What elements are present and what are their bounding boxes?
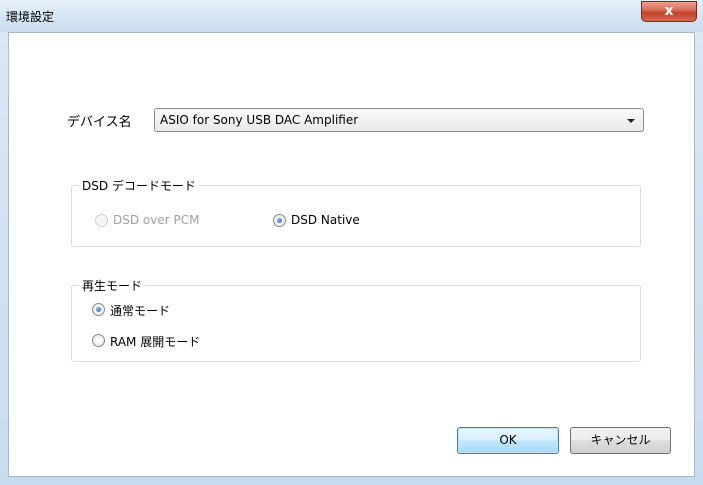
dialog-content: デバイス名 ASIO for Sony USB DAC Amplifier DS… <box>8 32 695 477</box>
settings-dialog: 環境設定 x デバイス名 ASIO for Sony USB DAC Ampli… <box>0 0 703 485</box>
close-icon: x <box>664 3 674 19</box>
close-button[interactable]: x <box>641 1 697 22</box>
normal-mode-radio[interactable] <box>92 303 105 316</box>
cancel-button[interactable]: キャンセル <box>570 427 671 454</box>
title-bar[interactable]: 環境設定 x <box>0 0 703 32</box>
device-name-label: デバイス名 <box>67 115 132 130</box>
device-select[interactable]: ASIO for Sony USB DAC Amplifier <box>154 108 644 132</box>
ram-expand-mode-label[interactable]: RAM 展開モード <box>110 333 200 350</box>
ok-button[interactable]: OK <box>457 427 559 454</box>
dsd-over-pcm-label[interactable]: DSD over PCM <box>113 213 199 227</box>
playback-mode-group <box>71 285 641 362</box>
dsd-native-radio[interactable] <box>273 214 286 227</box>
window-title: 環境設定 <box>6 10 55 24</box>
device-select-value: ASIO for Sony USB DAC Amplifier <box>160 113 359 127</box>
dsd-native-label[interactable]: DSD Native <box>291 213 360 227</box>
chevron-down-icon[interactable] <box>627 119 635 123</box>
normal-mode-label[interactable]: 通常モード <box>110 302 170 319</box>
playback-mode-title: 再生モード <box>79 277 146 294</box>
dsd-over-pcm-radio[interactable] <box>95 214 108 227</box>
dsd-decode-mode-title: DSD デコードモード <box>79 177 199 194</box>
ram-expand-mode-radio[interactable] <box>92 334 105 347</box>
